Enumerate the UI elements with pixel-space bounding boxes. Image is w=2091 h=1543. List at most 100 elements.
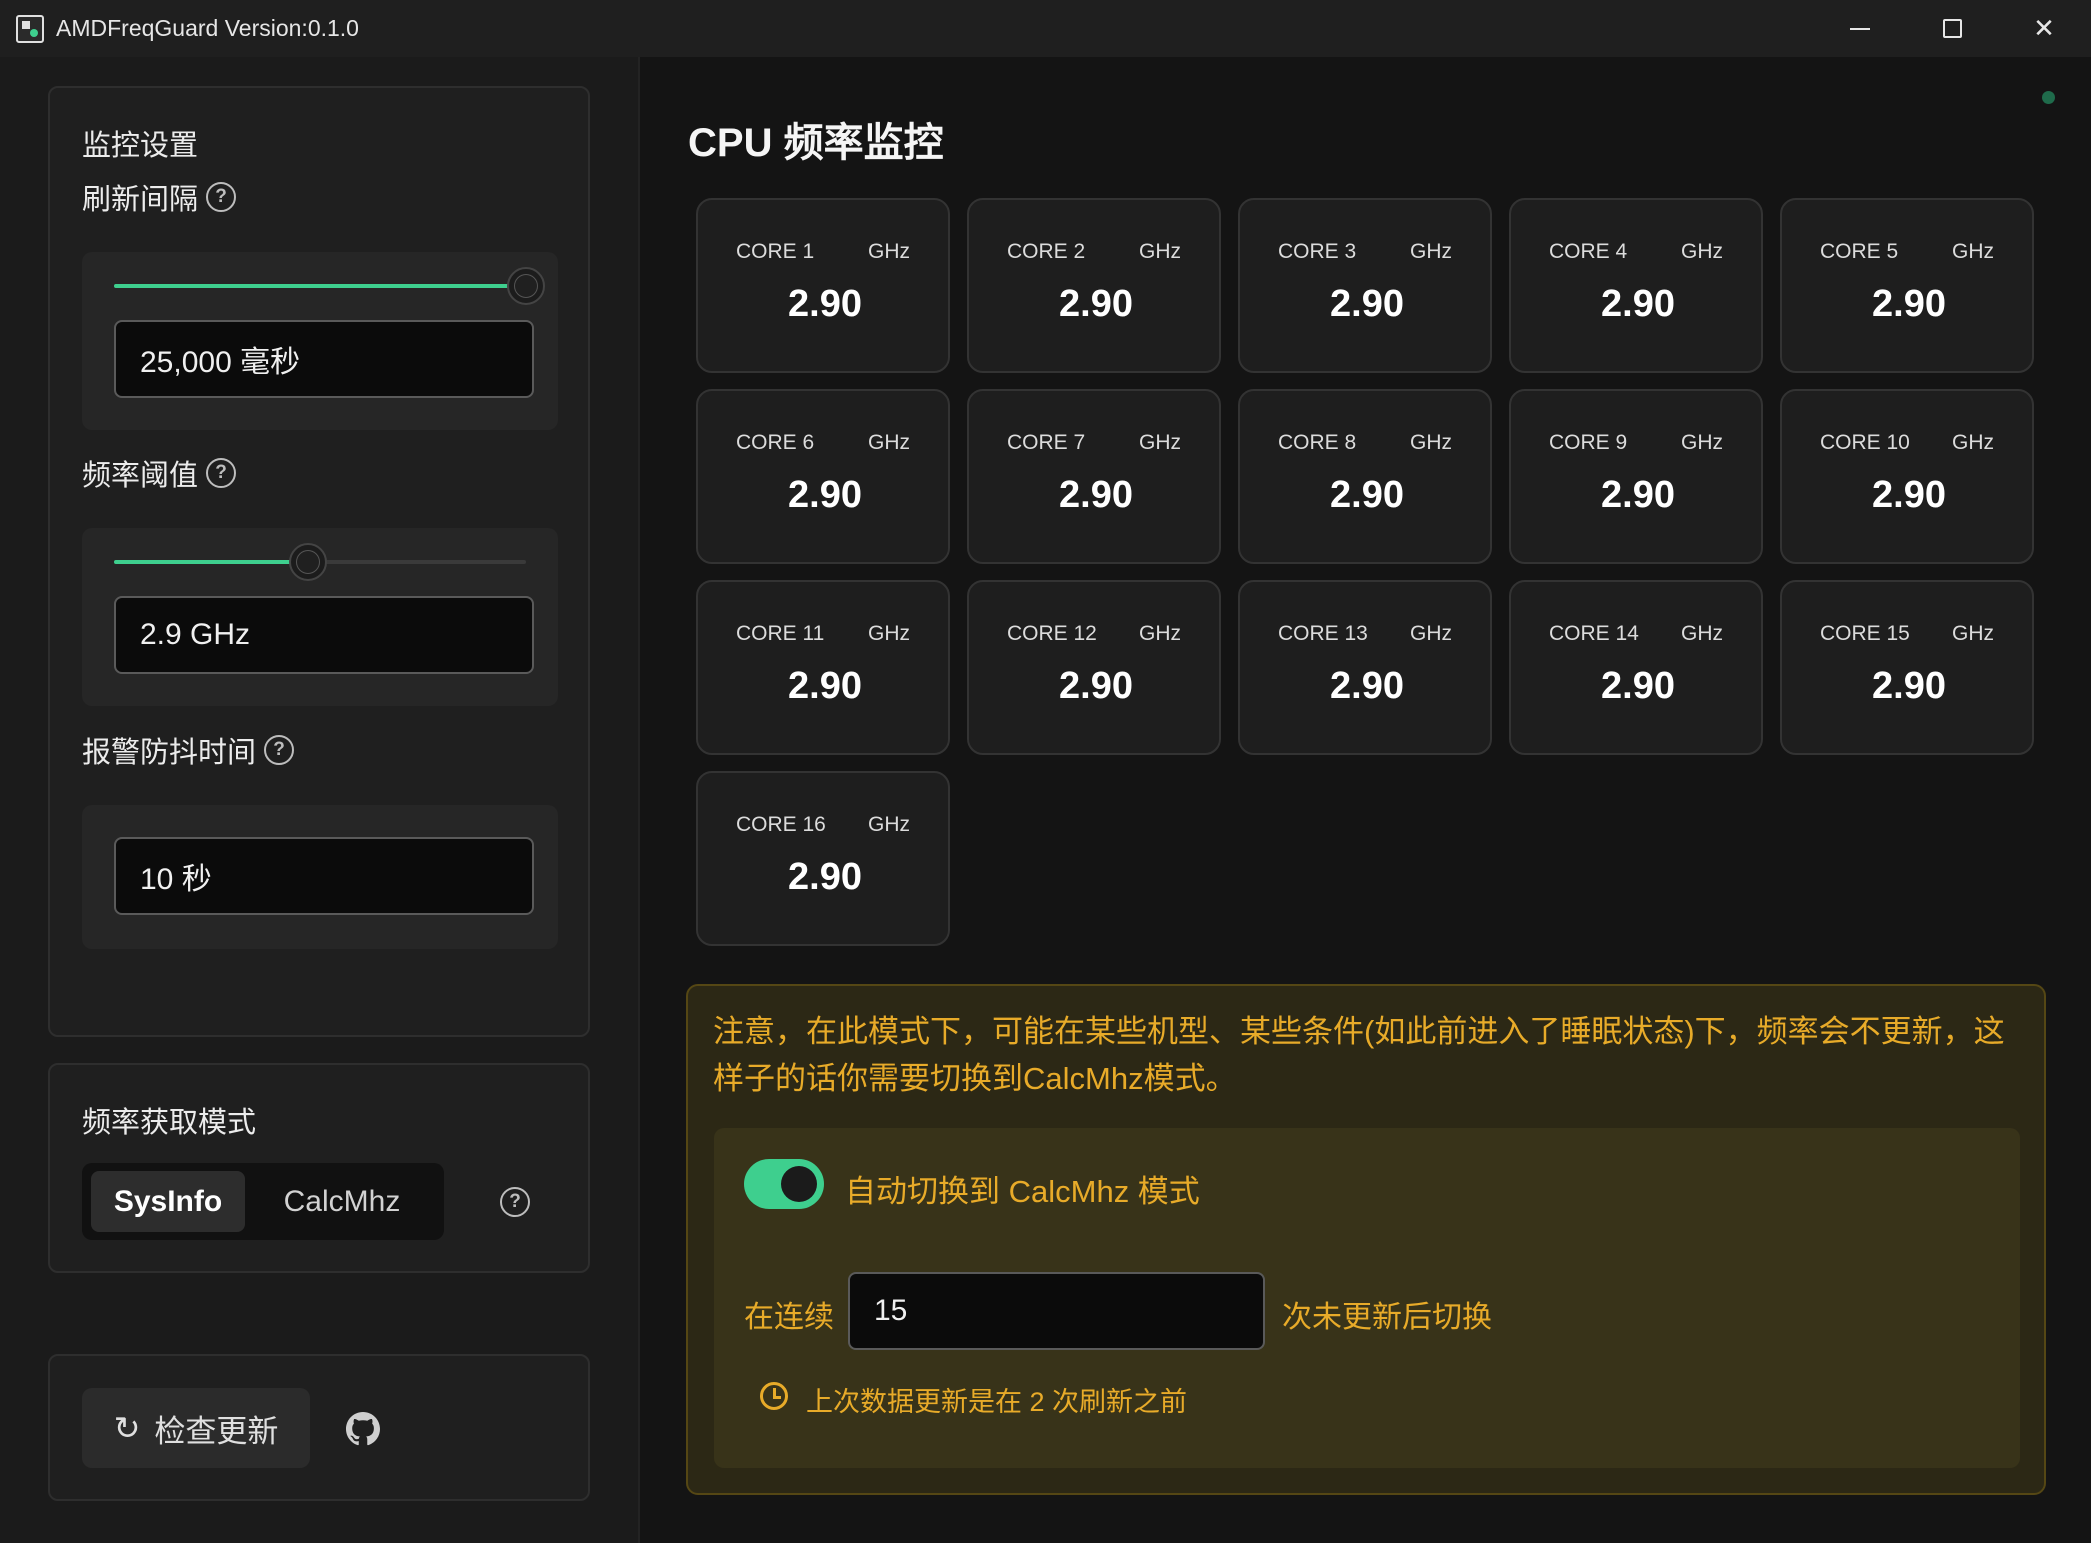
core-card: CORE 6 GHz 2.90 (696, 389, 950, 564)
core-name: CORE 15 (1820, 622, 1910, 645)
core-unit: GHz (1681, 240, 1723, 263)
threshold-label-row: 频率阈值 ? (82, 452, 237, 494)
title-bar: AMDFreqGuard Version:0.1.0 ✕ (0, 0, 2091, 57)
core-name: CORE 4 (1549, 240, 1628, 263)
core-card: CORE 12 GHz 2.90 (967, 580, 1221, 755)
core-unit: GHz (868, 622, 910, 645)
check-update-button[interactable]: ↻ 检查更新 (82, 1388, 310, 1468)
slider-thumb[interactable] (507, 267, 545, 305)
core-frequency-value: 2.90 (1330, 665, 1404, 707)
core-name: CORE 14 (1549, 622, 1639, 645)
warning-panel: 注意，在此模式下，可能在某些机型、某些条件(如此前进入了睡眠状态)下，频率会不更… (686, 984, 2046, 1495)
core-card: CORE 2 GHz 2.90 (967, 198, 1221, 373)
maximize-icon (1942, 19, 1962, 38)
mode-option-sysinfo[interactable]: SysInfo (91, 1171, 245, 1232)
core-frequency-value: 2.90 (1330, 474, 1404, 516)
count-prefix-label: 在连续 (744, 1301, 834, 1334)
check-update-label: 检查更新 (154, 1413, 279, 1449)
core-card: CORE 13 GHz 2.90 (1238, 580, 1492, 755)
core-card: CORE 3 GHz 2.90 (1238, 198, 1492, 373)
slider-fill (114, 284, 526, 288)
debounce-input[interactable]: 10 秒 (114, 837, 534, 915)
core-name: CORE 3 (1278, 240, 1357, 263)
minimize-icon (1850, 27, 1870, 30)
core-frequency-value: 2.90 (1601, 283, 1675, 325)
threshold-slider[interactable] (114, 543, 526, 581)
core-name: CORE 10 (1820, 431, 1910, 454)
core-card: CORE 5 GHz 2.90 (1780, 198, 2034, 373)
status-indicator (2042, 91, 2055, 104)
help-icon[interactable]: ? (206, 182, 237, 212)
maximize-button[interactable] (1906, 0, 1998, 57)
core-card: CORE 11 GHz 2.90 (696, 580, 950, 755)
debounce-box: 10 秒 (82, 805, 558, 949)
warning-text: 注意，在此模式下，可能在某些机型、某些条件(如此前进入了睡眠状态)下，频率会不更… (713, 1014, 2005, 1096)
help-icon[interactable]: ? (206, 458, 237, 488)
frequency-mode-title: 频率获取模式 (82, 1107, 257, 1139)
core-unit: GHz (1410, 431, 1452, 454)
core-frequency-value: 2.90 (1059, 283, 1133, 325)
core-frequency-value: 2.90 (788, 474, 862, 516)
core-name: CORE 13 (1278, 622, 1368, 645)
auto-switch-toggle[interactable] (744, 1159, 824, 1209)
core-name: CORE 7 (1007, 431, 1086, 454)
core-frequency-value: 2.90 (1872, 665, 1946, 707)
last-update-text: 上次数据更新是在 2 次刷新之前 (806, 1387, 1188, 1417)
core-name: CORE 12 (1007, 622, 1097, 645)
core-name: CORE 5 (1820, 240, 1899, 263)
refresh-interval-label: 刷新间隔 (82, 184, 199, 216)
core-unit: GHz (868, 240, 910, 263)
core-name: CORE 2 (1007, 240, 1086, 263)
github-icon[interactable] (346, 1412, 380, 1446)
core-name: CORE 9 (1549, 431, 1628, 454)
close-icon: ✕ (2033, 13, 2055, 43)
switch-count-input[interactable]: 15 (848, 1272, 1265, 1350)
auto-switch-box: 自动切换到 CalcMhz 模式 在连续 15 次未更新后切换 上次数据更新是在… (714, 1128, 2020, 1468)
clock-icon (760, 1382, 788, 1410)
core-unit: GHz (1410, 622, 1452, 645)
core-frequency-value: 2.90 (1059, 665, 1133, 707)
core-unit: GHz (1681, 431, 1723, 454)
minimize-button[interactable] (1814, 0, 1906, 57)
threshold-label: 频率阈值 (82, 460, 199, 492)
core-unit: GHz (1139, 240, 1181, 263)
core-frequency-value: 2.90 (1872, 474, 1946, 516)
main-panel: CPU 频率监控 CORE 1 GHz 2.90 CORE 2 GHz 2.90 CORE … (641, 57, 2091, 1543)
core-name: CORE 11 (736, 622, 825, 645)
slider-thumb[interactable] (288, 543, 327, 581)
mode-option-calcmhz[interactable]: CalcMhz (252, 1171, 432, 1232)
monitor-settings-title: 监控设置 (82, 130, 199, 162)
core-frequency-value: 2.90 (788, 856, 862, 898)
core-frequency-value: 2.90 (1601, 474, 1675, 516)
app-icon (16, 15, 44, 43)
mode-segmented-control: SysInfo CalcMhz (82, 1163, 444, 1240)
core-frequency-value: 2.90 (1872, 283, 1946, 325)
help-icon[interactable]: ? (264, 735, 295, 765)
core-card: CORE 7 GHz 2.90 (967, 389, 1221, 564)
window-title: AMDFreqGuard Version:0.1.0 (56, 15, 359, 41)
debounce-label-row: 报警防抖时间 ? (82, 729, 295, 771)
core-unit: GHz (1952, 622, 1994, 645)
core-unit: GHz (1410, 240, 1452, 263)
core-unit: GHz (868, 431, 910, 454)
core-card: CORE 15 GHz 2.90 (1780, 580, 2034, 755)
core-card: CORE 8 GHz 2.90 (1238, 389, 1492, 564)
close-button[interactable]: ✕ (1998, 0, 2090, 57)
refresh-interval-box: 25,000 毫秒 (82, 252, 558, 430)
auto-switch-label: 自动切换到 CalcMhz 模式 (845, 1174, 1200, 1209)
debounce-label: 报警防抖时间 (82, 737, 257, 769)
core-frequency-value: 2.90 (788, 665, 862, 707)
threshold-input[interactable]: 2.9 GHz (114, 596, 534, 674)
refresh-interval-slider[interactable] (114, 267, 545, 305)
core-card: CORE 1 GHz 2.90 (696, 198, 950, 373)
toggle-knob (781, 1166, 817, 1202)
core-unit: GHz (1952, 240, 1994, 263)
sidebar: 监控设置 刷新间隔 ? 25,000 毫秒 频率阈值 ? 2.9 GHz 报警防… (0, 57, 640, 1543)
refresh-interval-label-row: 刷新间隔 ? (82, 176, 237, 218)
update-card: ↻ 检查更新 (48, 1354, 590, 1501)
refresh-icon: ↻ (113, 1410, 141, 1446)
refresh-interval-input[interactable]: 25,000 毫秒 (114, 320, 534, 398)
core-frequency-value: 2.90 (1601, 665, 1675, 707)
core-name: CORE 6 (736, 431, 815, 454)
help-icon[interactable]: ? (500, 1187, 530, 1217)
